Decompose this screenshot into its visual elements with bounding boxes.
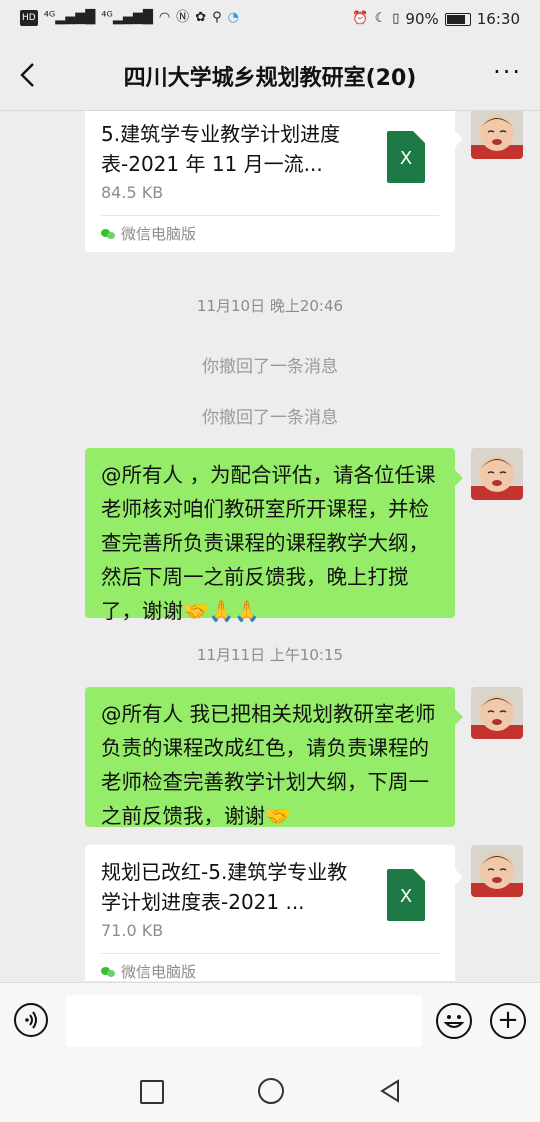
moon-icon: ☾ bbox=[374, 11, 387, 26]
4g-signal-icon-2: ⁴ᴳ▂▄▆█ bbox=[101, 10, 153, 25]
app-icon: ✿ bbox=[195, 10, 207, 25]
message-list[interactable]: 5.建筑学专业教学计划进度表-2021 年 11 月一流... 84.5 KB … bbox=[0, 111, 540, 981]
back-arrow-icon[interactable] bbox=[14, 60, 44, 90]
timestamp: 11月11日 上午10:15 bbox=[196, 646, 344, 664]
battery-percent: 90% bbox=[405, 10, 439, 28]
bubble-tail bbox=[455, 470, 463, 486]
clock: 16:30 bbox=[476, 10, 520, 28]
bubble-tail bbox=[455, 869, 463, 885]
file-message[interactable]: 5.建筑学专业教学计划进度表-2021 年 11 月一流... 84.5 KB … bbox=[85, 111, 463, 252]
recall-notice: 你撤回了一条消息 bbox=[202, 408, 338, 428]
source-text: 微信电脑版 bbox=[121, 225, 197, 243]
recents-icon[interactable] bbox=[140, 1080, 164, 1104]
avatar[interactable] bbox=[471, 448, 523, 500]
avatar[interactable] bbox=[471, 845, 523, 897]
wechat-icon bbox=[101, 966, 115, 978]
key-icon: ⚲ bbox=[212, 10, 222, 25]
home-icon[interactable] bbox=[258, 1078, 284, 1104]
app-ring-icon: ◔ bbox=[227, 10, 239, 25]
4g-signal-icon: ⁴ᴳ▂▄▆█ bbox=[43, 10, 96, 25]
timestamp: 11月10日 晚上20:46 bbox=[196, 297, 344, 315]
sig1-label: ⁴ᴳ bbox=[43, 10, 56, 25]
avatar[interactable] bbox=[471, 111, 523, 159]
alarm-icon: ⏰ bbox=[352, 11, 369, 26]
emoji-icon[interactable] bbox=[436, 1003, 472, 1039]
voice-input-icon[interactable] bbox=[14, 1003, 48, 1037]
file-size: 84.5 KB bbox=[101, 183, 164, 202]
chat-title: 四川大学城乡规划教研室(20) bbox=[123, 66, 417, 91]
file-name: 规划已改红-5.建筑学专业教学计划进度表-2021 ... bbox=[101, 860, 348, 914]
avatar[interactable] bbox=[471, 687, 523, 739]
battery-icon bbox=[444, 12, 471, 26]
text-message[interactable]: @所有人 ，为配合评估，请各位任课老师核对咱们教研室所开课程，并检查完善所负责课… bbox=[85, 448, 455, 623]
message-input[interactable] bbox=[66, 995, 422, 1047]
nfc-icon: Ⓝ bbox=[176, 10, 190, 25]
recall-notice: 你撤回了一条消息 bbox=[202, 357, 338, 377]
plus-icon[interactable]: + bbox=[490, 1003, 526, 1039]
chat-header: 四川大学城乡规划教研室(20) ··· bbox=[0, 40, 540, 111]
file-size: 71.0 KB bbox=[101, 921, 164, 940]
divider bbox=[101, 215, 439, 216]
divider bbox=[101, 953, 439, 954]
wechat-icon bbox=[101, 228, 115, 240]
source-label: 微信电脑版 bbox=[101, 961, 196, 981]
hd-icon: HD bbox=[20, 10, 38, 26]
bubble-tail bbox=[455, 131, 463, 147]
system-nav-bar bbox=[0, 1060, 540, 1122]
file-name: 5.建筑学专业教学计划进度表-2021 年 11 月一流... bbox=[101, 122, 341, 176]
back-triangle-icon[interactable] bbox=[378, 1078, 404, 1104]
sig2-label: ⁴ᴳ bbox=[101, 10, 113, 25]
more-options-button[interactable]: ··· bbox=[493, 58, 522, 86]
excel-file-icon: X bbox=[387, 131, 425, 183]
file-message[interactable]: 规划已改红-5.建筑学专业教学计划进度表-2021 ... 71.0 KB X … bbox=[85, 845, 463, 981]
input-bar: + bbox=[0, 982, 540, 1061]
wifi-icon: ◠ bbox=[158, 10, 171, 25]
excel-file-icon: X bbox=[387, 869, 425, 921]
text-message[interactable]: @所有人 我已把相关规划教研室老师负责的课程改成红色，请负责课程的老师检查完善教… bbox=[85, 687, 455, 828]
status-bar: HD ⁴ᴳ▂▄▆█ ⁴ᴳ▂▄▆█ ◠ Ⓝ ✿ ⚲ ◔ ⏰ ☾ ▯ 90% 16:… bbox=[0, 0, 540, 40]
source-label: 微信电脑版 bbox=[101, 223, 196, 244]
bubble-tail bbox=[455, 709, 463, 725]
source-text: 微信电脑版 bbox=[121, 963, 197, 981]
vibrate-icon: ▯ bbox=[392, 11, 400, 26]
